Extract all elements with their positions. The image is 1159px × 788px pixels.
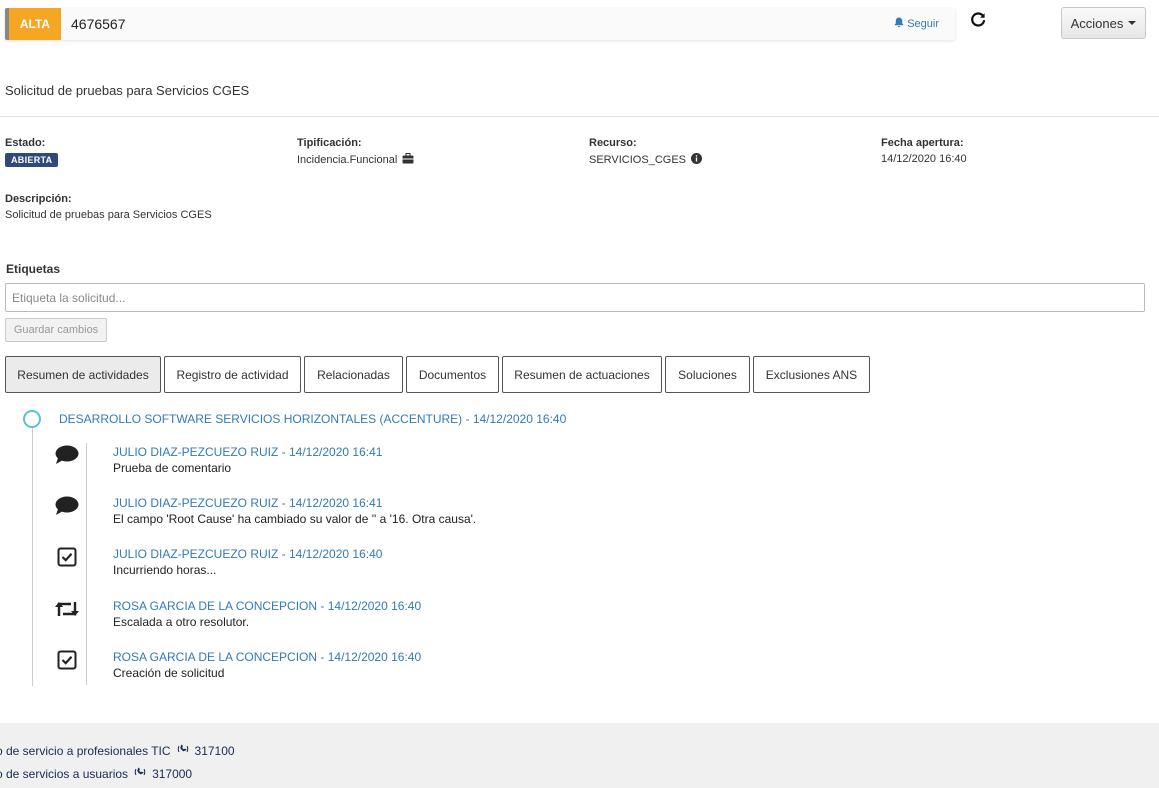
timeline-entry: JULIO DIAZ-PEZCUEZO RUIZ - 14/12/2020 16… [0,494,1000,534]
tab-exclusiones-ans[interactable]: Exclusiones ANS [753,356,870,393]
ticket-id: 4676567 [71,16,126,32]
entry-message: Creación de solicitud [113,666,225,680]
entry-message: Prueba de comentario [113,461,232,475]
footer-users-text: ro de servicios a usuarios [0,766,129,781]
entry-author[interactable]: ROSA GARCIA DE LA CONCEPCION - 14/12/202… [113,650,421,664]
comment-icon [54,494,80,518]
description-section: Descripción: Solicitud de pruebas para S… [5,193,212,221]
description-label: Descripción: [5,193,72,205]
footer-line-users: ro de servicios a usuarios 317000 [0,766,192,781]
tabs-bar: Resumen de actividades Registro de activ… [5,356,870,393]
entry-message: Incurriendo horas... [113,563,217,577]
phone-icon [134,766,146,781]
comment-icon [54,443,80,467]
phone-icon [177,743,189,758]
info-icon[interactable] [691,153,702,167]
footer-professionals-phone[interactable]: 317100 [195,744,235,758]
description-value: Solicitud de pruebas para Servicios CGES [5,209,212,221]
tab-relacionadas[interactable]: Relacionadas [304,356,403,393]
save-changes-button[interactable]: Guardar cambios [5,318,107,342]
footer-users-phone[interactable]: 317000 [152,767,192,781]
entry-author[interactable]: ROSA GARCIA DE LA CONCEPCION - 14/12/202… [113,599,421,613]
checkbox-icon [54,545,80,569]
refresh-button[interactable] [969,11,987,31]
entry-message: El campo 'Root Cause' ha cambiado su val… [113,512,477,526]
timeline-entry: JULIO DIAZ-PEZCUEZO RUIZ - 14/12/2020 16… [0,545,1000,585]
tab-resumen-actuaciones[interactable]: Resumen de actuaciones [502,356,662,393]
tab-documentos[interactable]: Documentos [406,356,499,393]
fecha-label: Fecha apertura: [881,137,964,149]
fecha-field: Fecha apertura: 14/12/2020 16:40 [881,137,967,165]
entry-author[interactable]: JULIO DIAZ-PEZCUEZO RUIZ - 14/12/2020 16… [113,547,382,561]
checkbox-icon [54,648,80,672]
refresh-icon [970,11,986,31]
timeline-entry: ROSA GARCIA DE LA CONCEPCION - 14/12/202… [0,648,1000,688]
priority-badge: ALTA [5,8,61,40]
retweet-icon [54,597,80,621]
recurso-label: Recurso: [589,137,637,149]
entry-author[interactable]: JULIO DIAZ-PEZCUEZO RUIZ - 14/12/2020 16… [113,445,382,459]
estado-field: Estado: ABIERTA [5,137,59,167]
timeline-group-circle-icon [23,410,41,428]
tab-soluciones[interactable]: Soluciones [665,356,750,393]
status-badge: ABIERTA [5,153,59,167]
ticket-title: Solicitud de pruebas para Servicios CGES [5,83,250,98]
tags-input[interactable] [5,283,1145,312]
timeline-group-title[interactable]: DESARROLLO SOFTWARE SERVICIOS HORIZONTAL… [59,412,566,426]
entry-message: Escalada a otro resolutor. [113,615,250,629]
actions-dropdown-button[interactable]: Acciones [1061,7,1146,39]
activity-timeline: DESARROLLO SOFTWARE SERVICIOS HORIZONTAL… [0,400,1159,690]
tags-label: Etiquetas [6,262,61,276]
caret-down-icon [1128,21,1137,25]
recurso-value: SERVICIOS_CGES [589,154,686,166]
follow-label: Seguir [907,18,939,30]
tab-resumen-actividades[interactable]: Resumen de actividades [5,356,161,393]
ticket-header-bar: ALTA 4676567 Seguir [5,8,955,40]
fecha-value: 14/12/2020 16:40 [881,153,967,165]
footer: ro de servicio a profesionales TIC 31710… [0,723,1159,788]
tab-registro-actividad[interactable]: Registro de actividad [164,356,301,393]
footer-line-professionals: ro de servicio a profesionales TIC 31710… [0,743,235,758]
follow-button[interactable]: Seguir [894,17,939,31]
tipificacion-field: Tipificación: Incidencia.Funcional [297,137,414,167]
timeline-entry: ROSA GARCIA DE LA CONCEPCION - 14/12/202… [0,597,1000,637]
tipificacion-value: Incidencia.Funcional [297,154,398,166]
timeline-entry: JULIO DIAZ-PEZCUEZO RUIZ - 14/12/2020 16… [0,443,1000,483]
divider [0,116,1159,117]
footer-professionals-text: ro de servicio a profesionales TIC [0,743,171,758]
briefcase-icon[interactable] [402,153,414,167]
actions-label: Acciones [1070,15,1124,31]
recurso-field: Recurso: SERVICIOS_CGES [589,137,702,167]
estado-label: Estado: [5,137,46,149]
tipificacion-label: Tipificación: [297,137,362,149]
entry-author[interactable]: JULIO DIAZ-PEZCUEZO RUIZ - 14/12/2020 16… [113,496,382,510]
bell-icon [894,17,904,31]
